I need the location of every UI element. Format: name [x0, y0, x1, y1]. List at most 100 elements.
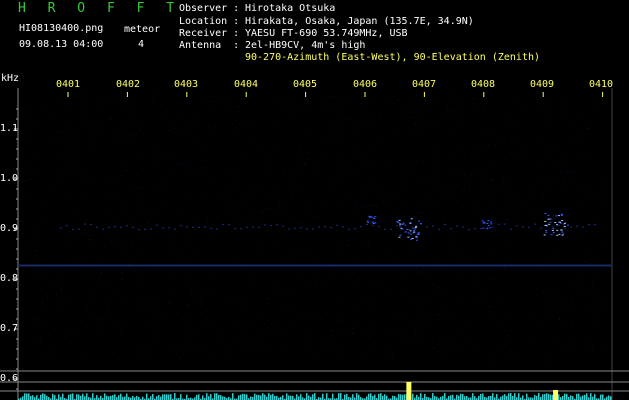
noise-speck	[229, 355, 231, 357]
noise-speck	[279, 204, 281, 206]
noise-speck	[419, 235, 421, 237]
signal-bar	[544, 393, 546, 400]
noise-speck	[369, 204, 371, 206]
noise-speck	[189, 312, 191, 314]
noise-speck	[391, 218, 393, 220]
signal-bar	[46, 395, 48, 400]
noise-speck	[59, 132, 61, 134]
signal-bar	[538, 393, 540, 400]
noise-speck	[336, 319, 338, 321]
noise-speck	[303, 316, 305, 318]
signal-bar	[366, 396, 368, 400]
y-tick: 0.8	[0, 273, 19, 284]
noise-speck	[579, 224, 581, 226]
noise-speck	[599, 266, 601, 268]
meteor-echo	[547, 214, 550, 216]
noise-speck	[130, 106, 132, 108]
noise-speck	[262, 144, 264, 146]
signal-bar	[424, 393, 426, 400]
noise-speck	[569, 345, 571, 347]
noise-speck	[278, 191, 280, 193]
noise-speck	[229, 194, 231, 196]
signal-bar	[386, 395, 388, 400]
x-tick: 0406	[353, 79, 378, 90]
noise-speck	[501, 180, 503, 182]
meteor-echo	[417, 232, 420, 234]
noise-speck	[206, 167, 208, 169]
meteor-echo	[489, 221, 492, 223]
noise-speck	[324, 158, 326, 160]
noise-speck	[449, 234, 451, 236]
meteor-echo	[368, 215, 371, 217]
trace-speck	[270, 224, 272, 226]
signal-bar	[398, 394, 400, 400]
noise-speck	[304, 249, 306, 251]
signal-bar	[474, 396, 476, 400]
noise-speck	[519, 155, 521, 157]
noise-speck	[29, 106, 31, 108]
noise-speck	[552, 233, 554, 235]
trace-speck	[504, 223, 506, 225]
noise-speck	[595, 103, 597, 105]
signal-bar	[208, 396, 210, 400]
noise-speck	[143, 303, 145, 305]
noise-speck	[99, 122, 101, 124]
signal-bar	[518, 393, 520, 400]
noise-speck	[262, 185, 264, 187]
noise-speck	[489, 306, 491, 308]
noise-speck	[143, 351, 145, 353]
noise-speck	[542, 166, 544, 168]
noise-speck	[448, 343, 450, 345]
noise-speck	[77, 129, 79, 131]
noise-speck	[111, 198, 113, 200]
noise-speck	[45, 110, 47, 112]
noise-speck	[161, 316, 163, 318]
noise-speck	[381, 280, 383, 282]
signal-bar	[326, 393, 328, 400]
noise-speck	[481, 191, 483, 193]
signal-bar	[160, 396, 162, 400]
noise-speck	[532, 338, 534, 340]
noise-speck	[80, 354, 82, 356]
noise-speck	[335, 103, 337, 105]
noise-speck	[338, 118, 340, 120]
noise-speck	[484, 211, 486, 213]
noise-speck	[155, 320, 157, 322]
signal-bar	[300, 394, 302, 400]
noise-speck	[58, 279, 60, 281]
trace-speck	[132, 226, 134, 228]
noise-speck	[37, 227, 39, 229]
x-tick: 0402	[116, 79, 141, 90]
noise-speck	[152, 335, 154, 337]
trace-speck	[138, 229, 140, 231]
noise-speck	[208, 177, 210, 179]
noise-speck	[582, 200, 584, 202]
trace-speck	[588, 224, 590, 226]
noise-speck	[327, 343, 329, 345]
signal-bar	[380, 393, 382, 400]
noise-speck	[403, 188, 405, 190]
noise-speck	[409, 127, 411, 129]
trace-speck	[84, 223, 86, 225]
noise-speck	[488, 131, 490, 133]
noise-speck	[27, 130, 29, 132]
noise-speck	[181, 347, 183, 349]
noise-speck	[122, 297, 124, 299]
noise-speck	[382, 201, 384, 203]
noise-speck	[192, 218, 194, 220]
trace-speck	[96, 226, 98, 228]
noise-speck	[504, 125, 506, 127]
trace-speck	[474, 228, 476, 230]
noise-speck	[201, 96, 203, 98]
noise-speck	[263, 331, 265, 333]
trace-speck	[288, 228, 290, 230]
noise-speck	[284, 172, 286, 174]
trace-speck	[468, 229, 470, 231]
noise-speck	[507, 335, 509, 337]
trace-speck	[522, 226, 524, 228]
meteor-echo	[544, 213, 547, 215]
noise-speck	[105, 210, 107, 212]
noise-speck	[308, 158, 310, 160]
noise-speck	[313, 357, 315, 359]
noise-speck	[368, 285, 370, 287]
